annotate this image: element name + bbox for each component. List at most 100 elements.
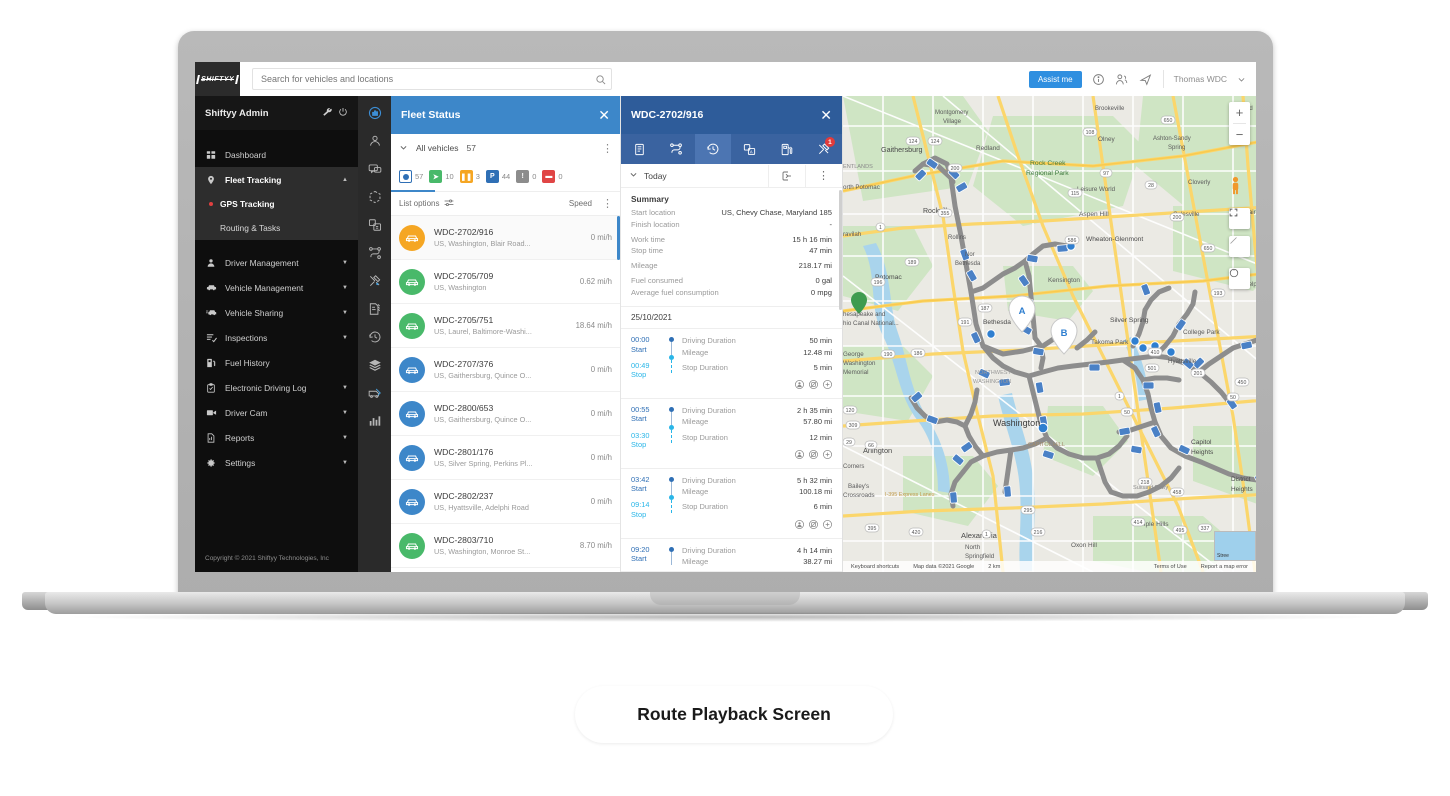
sidebar-item-driver-cam[interactable]: Driver Cam ▼ xyxy=(195,400,358,425)
sidebar-item-fleet-tracking[interactable]: Fleet Tracking ▲ xyxy=(195,167,358,192)
power-icon[interactable] xyxy=(338,104,348,122)
duplicate-icon[interactable] xyxy=(368,218,382,232)
chip-all[interactable]: 57 xyxy=(399,170,423,183)
summary-key: Work time xyxy=(631,234,666,244)
map-canvas[interactable]: A B MontgomeryVillageBrookevilleHighland… xyxy=(843,96,1256,572)
route-icon[interactable] xyxy=(368,246,382,260)
add-icon[interactable] xyxy=(823,516,832,534)
street-view-thumbnail[interactable]: Stree xyxy=(1214,531,1256,561)
document-stack-icon[interactable] xyxy=(368,302,382,316)
user-name[interactable]: Thomas WDC xyxy=(1174,74,1227,84)
info-icon[interactable] xyxy=(1092,73,1105,86)
table-row[interactable]: WDC-2803/710 US, Washington, Monroe St..… xyxy=(391,524,620,568)
fullscreen-icon[interactable] xyxy=(1229,208,1250,229)
history-clock-icon[interactable] xyxy=(368,330,382,344)
people-icon[interactable] xyxy=(1115,73,1129,86)
add-icon[interactable] xyxy=(823,446,832,464)
search-input[interactable] xyxy=(252,68,612,90)
tab-fuel[interactable] xyxy=(768,134,805,164)
sidebar-item-settings[interactable]: Settings ▼ xyxy=(195,450,358,475)
hexagon-icon[interactable] xyxy=(368,190,382,204)
list-item[interactable]: 03:42 Start 09:14 Stop Driving Duration … xyxy=(621,469,842,539)
chat-icon[interactable] xyxy=(368,162,382,176)
vehicle-list-scrollbar[interactable] xyxy=(617,216,620,260)
speed-column-header[interactable]: Speed xyxy=(569,199,592,208)
driver-icon[interactable] xyxy=(795,376,804,394)
list-item[interactable]: 09:20 Start Driving Duration 4 h 14 min xyxy=(621,539,842,572)
sidebar-item-vehicle-management[interactable]: Vehicle Management ▼ xyxy=(195,275,358,300)
sidebar-item-gps-tracking[interactable]: GPS Tracking xyxy=(195,192,358,216)
table-row[interactable]: WDC-2802/237 US, Hyattsville, Adelphi Ro… xyxy=(391,480,620,524)
more-vertical-icon[interactable]: ⋮ xyxy=(602,197,613,210)
close-icon[interactable]: ✕ xyxy=(598,108,610,122)
chevron-down-icon[interactable] xyxy=(629,170,638,181)
table-row[interactable]: WDC-2801/176 US, Silver Spring, Perkins … xyxy=(391,436,620,480)
map-attr-item[interactable]: Report a map error xyxy=(1201,564,1248,570)
all-vehicles-group[interactable]: All vehicles 57 ⋮ xyxy=(391,134,620,162)
zoom-out-button[interactable]: − xyxy=(1229,124,1250,145)
no-driver-icon[interactable] xyxy=(809,516,818,534)
list-options-label[interactable]: List options xyxy=(399,199,439,208)
no-driver-icon[interactable] xyxy=(809,376,818,394)
add-icon[interactable] xyxy=(823,376,832,394)
map-view[interactable]: A B MontgomeryVillageBrookevilleHighland… xyxy=(843,96,1256,572)
more-vertical-icon[interactable]: ⋮ xyxy=(812,169,834,182)
layers-icon[interactable] xyxy=(368,358,382,372)
bell-icon[interactable] xyxy=(1139,73,1153,86)
period-label[interactable]: Today xyxy=(644,171,667,181)
van-tag-icon[interactable] xyxy=(368,386,382,400)
assist-me-button[interactable]: Assist me xyxy=(1028,70,1082,88)
sidebar-item-dashboard[interactable]: Dashboard xyxy=(195,142,358,167)
driver-icon[interactable] xyxy=(795,446,804,464)
sidebar-item-routing-tasks[interactable]: Routing & Tasks xyxy=(195,216,358,240)
app-logo[interactable]: SHIFTYY xyxy=(195,62,240,96)
table-row[interactable]: WDC-2705/709 US, Washington 0.62 mi/h xyxy=(391,260,620,304)
chip-alert[interactable]: ! 0 xyxy=(516,170,536,183)
sidebar-item-inspections[interactable]: Inspections ▼ xyxy=(195,325,358,350)
measure-icon[interactable] xyxy=(1229,236,1250,257)
detail-scroll-area[interactable]: Summary Start location US, Chevy Chase, … xyxy=(621,188,842,572)
map-attr-item[interactable]: Terms of Use xyxy=(1154,564,1187,570)
tab-info[interactable] xyxy=(621,134,658,164)
chevron-down-icon[interactable] xyxy=(399,143,408,154)
sidebar-item-vehicle-sharing[interactable]: Vehicle Sharing ▼ xyxy=(195,300,358,325)
tab-maintenance[interactable]: 1 xyxy=(805,134,842,164)
list-item[interactable]: 00:00 Start 00:49 Stop Driving Duration … xyxy=(621,329,842,400)
chip-parked[interactable]: P 44 xyxy=(485,170,510,183)
sidebar-item-fuel-history[interactable]: Fuel History xyxy=(195,350,358,375)
chip-offline[interactable]: ▬ 0 xyxy=(542,170,563,183)
table-row[interactable]: WDC-2707/376 US, Gaithersburg, Quince O.… xyxy=(391,348,620,392)
sidebar-item-electronic-driving-log[interactable]: Electronic Driving Log ▼ xyxy=(195,375,358,400)
compass-icon[interactable] xyxy=(1229,268,1250,289)
more-vertical-icon[interactable]: ⋮ xyxy=(602,142,613,155)
table-row[interactable]: WDC-2702/916 US, Washington, Blair Road.… xyxy=(391,216,620,260)
list-item[interactable]: 00:55 Start 03:30 Stop Driving Duration … xyxy=(621,399,842,469)
trip-start-time: 00:55 xyxy=(631,405,650,415)
tab-images[interactable]: A xyxy=(731,134,768,164)
sliders-icon[interactable] xyxy=(444,199,454,209)
street-view-pegman-icon[interactable] xyxy=(1229,176,1250,201)
tab-history[interactable] xyxy=(694,134,732,164)
table-row[interactable]: WDC-2800/653 US, Gaithersburg, Quince O.… xyxy=(391,392,620,436)
table-row[interactable]: WDC-2705/751 US, Laurel, Baltimore-Washi… xyxy=(391,304,620,348)
chip-moving[interactable]: ➤ 10 xyxy=(429,170,454,183)
export-icon[interactable] xyxy=(775,170,799,182)
sidebar-item-driver-management[interactable]: Driver Management ▼ xyxy=(195,250,358,275)
tab-route[interactable] xyxy=(658,134,695,164)
sidebar-item-reports[interactable]: Reports ▼ xyxy=(195,425,358,450)
detail-scrollbar[interactable] xyxy=(839,190,842,310)
no-driver-icon[interactable] xyxy=(809,446,818,464)
wrench-icon[interactable] xyxy=(322,104,332,122)
tools-icon[interactable] xyxy=(368,274,382,288)
chip-idle[interactable]: ❚❚ 3 xyxy=(459,170,480,183)
driver-icon[interactable] xyxy=(795,516,804,534)
search-icon[interactable] xyxy=(595,72,606,90)
vehicle-list[interactable]: WDC-2702/916 US, Washington, Blair Road.… xyxy=(391,216,620,572)
chevron-down-icon[interactable] xyxy=(1237,75,1246,84)
map-attr-item[interactable]: Keyboard shortcuts xyxy=(851,564,899,570)
zoom-in-button[interactable]: + xyxy=(1229,102,1250,123)
person-icon[interactable] xyxy=(368,134,382,148)
close-icon[interactable]: ✕ xyxy=(820,108,832,122)
analytics-gauge-icon[interactable] xyxy=(368,106,382,120)
bar-chart-icon[interactable] xyxy=(368,414,382,428)
